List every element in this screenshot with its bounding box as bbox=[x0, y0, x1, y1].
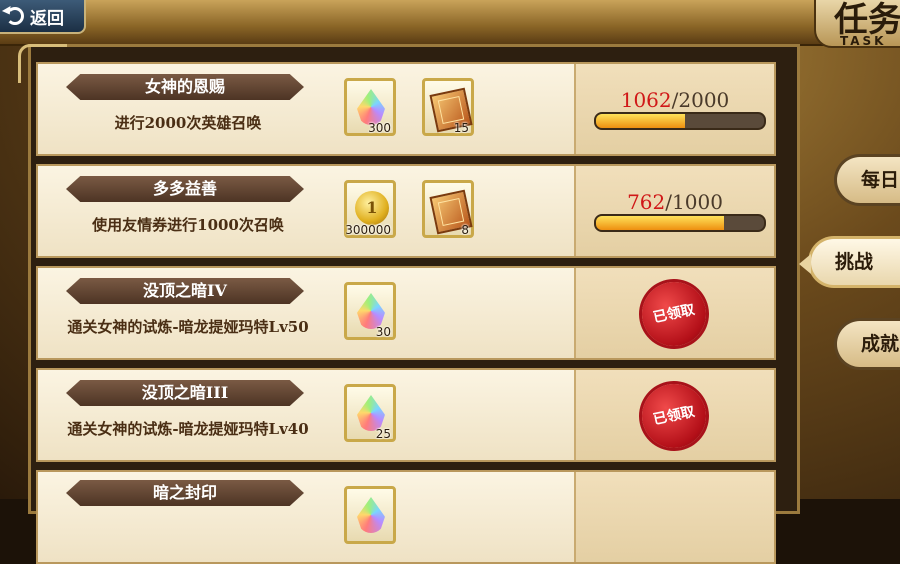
back-arrow-icon bbox=[6, 7, 24, 25]
claimed-seal: 已领取 bbox=[636, 276, 712, 352]
progress-text: 762/1000 bbox=[627, 190, 723, 214]
tab-daily[interactable]: 每日 bbox=[834, 154, 900, 206]
reward-item[interactable]: 300 bbox=[344, 78, 396, 136]
active-arrow-icon bbox=[799, 254, 811, 274]
quest-row[interactable]: 暗之封印 bbox=[36, 470, 776, 564]
rainbow-crystal-icon bbox=[357, 89, 385, 125]
progress-bar bbox=[594, 214, 766, 232]
reward-item[interactable]: 25 bbox=[344, 384, 396, 442]
reward-count: 300000 bbox=[345, 223, 391, 237]
quest-desc: 通关女神的试炼-暗龙提娅玛特Lv50 bbox=[67, 318, 309, 336]
progress-current: 1062 bbox=[620, 88, 672, 112]
reward-count: 25 bbox=[375, 427, 391, 441]
tab-label: 每日 bbox=[861, 169, 900, 191]
quest-row[interactable]: 女神的恩赐 进行2000次英雄召唤 300 15 1062/2000 bbox=[36, 62, 776, 156]
rainbow-crystal-icon bbox=[357, 497, 385, 533]
back-label: 返回 bbox=[30, 8, 64, 29]
progress-current: 762 bbox=[627, 190, 666, 214]
quest-row[interactable]: 没顶之暗III 通关女神的试炼-暗龙提娅玛特Lv40 25 已领取 bbox=[36, 368, 776, 462]
quest-desc: 通关女神的试炼-暗龙提娅玛特Lv40 bbox=[67, 420, 309, 438]
reward-count: 15 bbox=[453, 121, 469, 135]
progress-fill bbox=[596, 216, 725, 230]
claimed-seal: 已领取 bbox=[636, 378, 712, 454]
quest-title: 女神的恩赐 bbox=[66, 74, 304, 100]
progress-bar bbox=[594, 112, 766, 130]
reward-item[interactable]: 30 bbox=[344, 282, 396, 340]
quest-title: 没顶之暗III bbox=[66, 380, 304, 406]
progress-total: 2000 bbox=[678, 88, 730, 112]
progress-fill bbox=[596, 114, 686, 128]
tab-achievement[interactable]: 成就 bbox=[834, 318, 900, 370]
quest-desc: 使用友情券进行1000次召唤 bbox=[92, 216, 284, 234]
quest-title: 多多益善 bbox=[66, 176, 304, 202]
reward-item[interactable] bbox=[344, 486, 396, 544]
rainbow-crystal-icon bbox=[357, 395, 385, 431]
quest-row[interactable]: 没顶之暗IV 通关女神的试炼-暗龙提娅玛特Lv50 30 已领取 bbox=[36, 266, 776, 360]
reward-item[interactable]: 1 300000 bbox=[344, 180, 396, 238]
tab-label: 成就 bbox=[861, 333, 900, 355]
tab-label: 挑战 bbox=[835, 251, 874, 273]
reward-item[interactable]: 15 bbox=[422, 78, 474, 136]
quest-desc: 进行2000次英雄召唤 bbox=[114, 114, 262, 132]
header-bar bbox=[0, 0, 900, 46]
page-title-en: TASK bbox=[840, 34, 887, 48]
progress-total: 1000 bbox=[672, 190, 723, 214]
gold-coin-icon: 1 bbox=[355, 191, 389, 225]
back-button[interactable]: 返回 bbox=[0, 0, 86, 34]
reward-count: 30 bbox=[375, 325, 391, 339]
reward-count: 8 bbox=[461, 223, 469, 237]
tab-challenge[interactable]: 挑战 bbox=[799, 236, 900, 288]
quest-title: 没顶之暗IV bbox=[66, 278, 304, 304]
quest-title: 暗之封印 bbox=[66, 480, 304, 506]
reward-item[interactable]: 8 bbox=[422, 180, 474, 238]
quest-row[interactable]: 多多益善 使用友情券进行1000次召唤 1 300000 8 762/1000 bbox=[36, 164, 776, 258]
reward-count: 300 bbox=[368, 121, 391, 135]
progress-text: 1062/2000 bbox=[620, 88, 730, 112]
rainbow-crystal-icon bbox=[357, 293, 385, 329]
